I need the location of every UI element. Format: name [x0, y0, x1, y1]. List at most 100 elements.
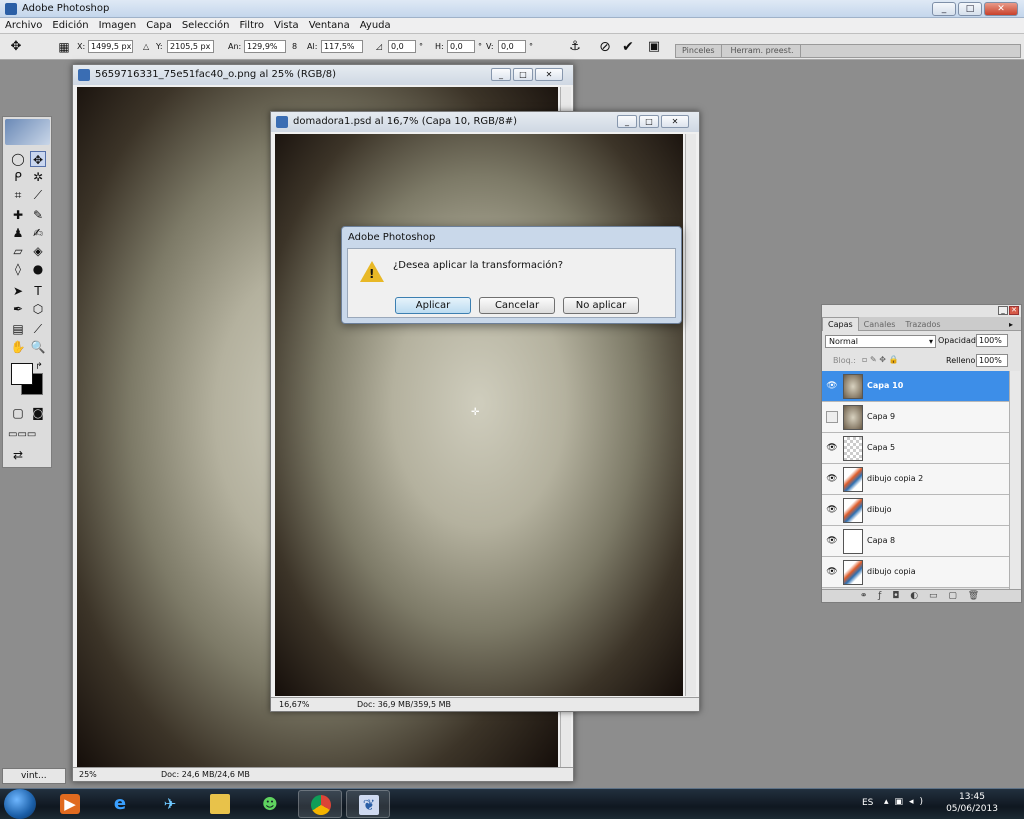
tab-trazados[interactable]: Trazados: [900, 318, 945, 331]
eraser-tool-icon[interactable]: ▱: [10, 243, 26, 259]
document-2-zoom[interactable]: 16,67%: [279, 698, 310, 711]
eye-hidden-icon[interactable]: [826, 411, 838, 423]
commit-transform-icon[interactable]: ✔: [620, 39, 636, 55]
document-1-minimize-button[interactable]: _: [491, 68, 511, 81]
dodge-tool-icon[interactable]: ●: [30, 261, 46, 277]
height-input[interactable]: 117,5%: [321, 40, 363, 53]
type-tool-icon[interactable]: T: [30, 283, 46, 299]
layers-scrollbar[interactable]: [1009, 371, 1020, 589]
taskbar-explorer[interactable]: [198, 790, 242, 818]
quick-mask-icon[interactable]: ◙: [30, 405, 46, 421]
start-button[interactable]: [4, 789, 36, 819]
cancel-button[interactable]: Cancelar: [479, 297, 555, 314]
layers-panel-close[interactable]: ✕: [1009, 306, 1019, 315]
taskbar-app[interactable]: ✈: [148, 790, 192, 818]
blur-tool-icon[interactable]: ◊: [10, 261, 26, 277]
taskbar-internet-explorer[interactable]: e: [98, 790, 142, 818]
clone-stamp-icon[interactable]: ♟: [10, 225, 26, 241]
slice-tool-icon[interactable]: ⟋: [30, 187, 46, 203]
layer-row[interactable]: 👁 dibujo copia 2: [822, 464, 1009, 495]
dont-apply-button[interactable]: No aplicar: [563, 297, 639, 314]
screen-mode-icon[interactable]: ▭▭▭: [8, 427, 36, 443]
y-input[interactable]: 2105,5 px: [167, 40, 214, 53]
document-2-scrollbar[interactable]: [685, 134, 696, 696]
menu-filtro[interactable]: Filtro: [235, 18, 270, 33]
eye-icon[interactable]: 👁: [826, 535, 838, 547]
menu-seleccion[interactable]: Selección: [177, 18, 235, 33]
taskbar-chrome[interactable]: [298, 790, 342, 818]
document-2-maximize-button[interactable]: □: [639, 115, 659, 128]
feather-logo-icon[interactable]: [5, 119, 50, 145]
menu-edicion[interactable]: Edición: [47, 18, 93, 33]
document-1-close-button[interactable]: ✕: [535, 68, 563, 81]
language-indicator[interactable]: ES: [862, 798, 873, 808]
well-tab-herram-preest[interactable]: Herram. preest.: [724, 45, 801, 57]
tray-icons[interactable]: ▴▣◂): [884, 797, 929, 807]
opacity-input[interactable]: 100%: [976, 334, 1008, 347]
bridge-icon[interactable]: ▣: [646, 39, 662, 55]
lasso-tool-icon[interactable]: ᑭ: [10, 169, 26, 185]
layer-row[interactable]: 👁 Capa 8: [822, 526, 1009, 557]
standard-mode-icon[interactable]: ▢: [10, 405, 26, 421]
history-brush-icon[interactable]: ✍: [30, 225, 46, 241]
document-2-minimize-button[interactable]: _: [617, 115, 637, 128]
hand-tool-icon[interactable]: ✋: [10, 339, 26, 355]
maximize-button[interactable]: □: [958, 2, 982, 16]
panel-menu-icon[interactable]: ▸: [1009, 320, 1013, 329]
marquee-tool-icon[interactable]: ◯: [10, 151, 26, 167]
layers-panel-minimize[interactable]: _: [998, 306, 1008, 315]
paint-bucket-icon[interactable]: ◈: [30, 243, 46, 259]
eyedropper-icon[interactable]: ⟋: [30, 321, 46, 337]
x-input[interactable]: 1499,5 px: [88, 40, 133, 53]
layer-row[interactable]: 👁 dibujo: [822, 495, 1009, 526]
cancel-transform-icon[interactable]: ⊘: [597, 39, 613, 55]
vskew-input[interactable]: 0,0: [498, 40, 526, 53]
transform-center-icon[interactable]: ✛: [471, 407, 479, 418]
layer-row[interactable]: 👁 Capa 5: [822, 433, 1009, 464]
menu-vista[interactable]: Vista: [269, 18, 304, 33]
magic-wand-icon[interactable]: ✲: [30, 169, 46, 185]
menu-ventana[interactable]: Ventana: [304, 18, 355, 33]
crop-tool-icon[interactable]: ⌗: [10, 187, 26, 203]
minimize-button[interactable]: _: [932, 2, 956, 16]
hskew-input[interactable]: 0,0: [447, 40, 475, 53]
eye-icon[interactable]: 👁: [826, 504, 838, 516]
menu-ayuda[interactable]: Ayuda: [355, 18, 396, 33]
move-tool-preset-icon[interactable]: ✥: [8, 39, 24, 55]
zoom-tool-icon[interactable]: 🔍: [30, 339, 46, 355]
fill-input[interactable]: 100%: [976, 354, 1008, 367]
menu-archivo[interactable]: Archivo: [0, 18, 47, 33]
lock-icons[interactable]: ▫ ✎ ✥ 🔒: [862, 355, 898, 364]
warp-mode-icon[interactable]: ⚓: [567, 39, 583, 55]
swap-colors-icon[interactable]: ↱: [31, 359, 47, 375]
document-1-maximize-button[interactable]: □: [513, 68, 533, 81]
apply-button[interactable]: Aplicar: [395, 297, 471, 314]
tab-capas[interactable]: Capas: [822, 317, 859, 331]
reference-point-icon[interactable]: ▦: [56, 39, 72, 55]
layers-bottom-toolbar[interactable]: ⚭ ƒ ◘ ◐ ▭ ▢ 🗑: [822, 589, 1021, 602]
document-2-close-button[interactable]: ✕: [661, 115, 689, 128]
taskbar-clock[interactable]: 13:45 05/06/2013: [944, 791, 1000, 815]
document-1-zoom[interactable]: 25%: [79, 768, 97, 781]
width-input[interactable]: 129,9%: [244, 40, 286, 53]
layer-row[interactable]: 👁 Capa 10: [822, 371, 1009, 402]
eye-icon[interactable]: 👁: [826, 380, 838, 392]
eye-icon[interactable]: 👁: [826, 442, 838, 454]
brush-tool-icon[interactable]: ✎: [30, 207, 46, 223]
menu-capa[interactable]: Capa: [141, 18, 177, 33]
menu-imagen[interactable]: Imagen: [94, 18, 142, 33]
close-button[interactable]: ✕: [984, 2, 1018, 16]
move-tool-icon[interactable]: ✥: [30, 151, 46, 167]
taskbar-photoshop[interactable]: ❦: [346, 790, 390, 818]
link-icon[interactable]: 8: [292, 41, 297, 52]
eye-icon[interactable]: 👁: [826, 566, 838, 578]
taskbar-media-player[interactable]: ▶: [48, 790, 92, 818]
shape-tool-icon[interactable]: ⬡: [30, 301, 46, 317]
well-tab-pinceles[interactable]: Pinceles: [676, 45, 722, 57]
path-selection-icon[interactable]: ➤: [10, 283, 26, 299]
healing-brush-icon[interactable]: ✚: [10, 207, 26, 223]
layer-row[interactable]: 👁 dibujo copia: [822, 557, 1009, 588]
eye-icon[interactable]: 👁: [826, 473, 838, 485]
minimized-document[interactable]: vint...: [2, 768, 66, 784]
taskbar-messenger[interactable]: ☻: [248, 790, 292, 818]
